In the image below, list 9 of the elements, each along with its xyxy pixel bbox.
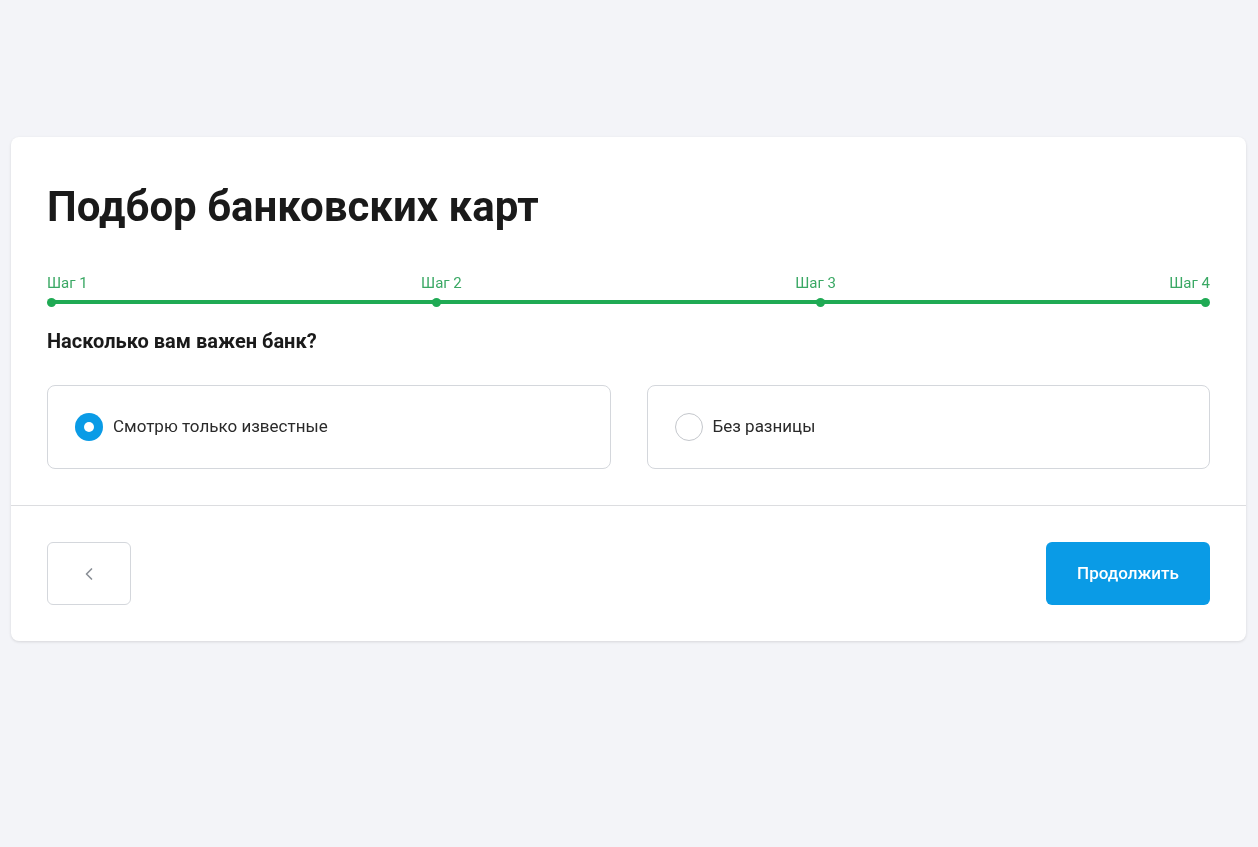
step-label: Шаг 4 <box>1169 273 1210 293</box>
page-title: Подбор банковских карт <box>47 183 540 231</box>
back-button[interactable] <box>47 542 131 605</box>
step-label: Шаг 2 <box>421 273 462 293</box>
option-card[interactable]: Смотрю только известные <box>47 385 611 469</box>
question-text: Насколько вам важен банк? <box>47 328 318 355</box>
option-card[interactable]: Без разницы <box>646 385 1210 469</box>
step-label: Шаг 3 <box>795 273 836 293</box>
step-label: Шаг 1 <box>47 273 88 293</box>
